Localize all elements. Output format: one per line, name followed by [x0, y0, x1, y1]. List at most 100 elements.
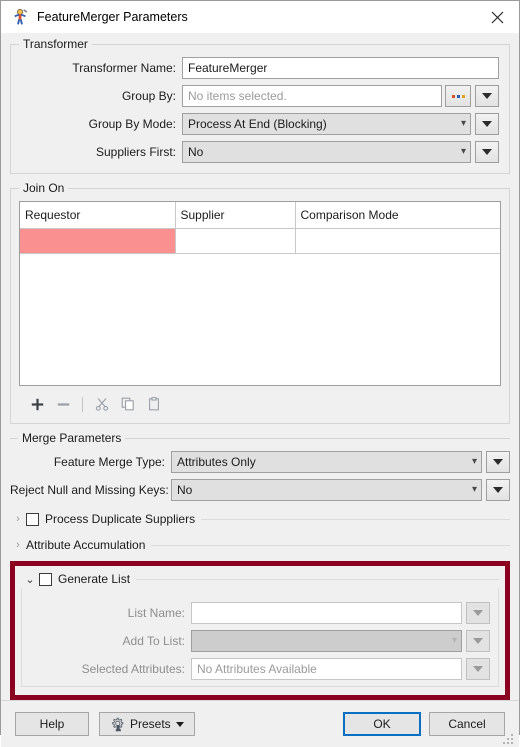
resize-grip[interactable]	[503, 732, 515, 744]
chevron-down-icon: ▾	[471, 484, 477, 495]
section-divider	[151, 544, 510, 546]
process-duplicate-suppliers-section[interactable]: › Process Duplicate Suppliers	[10, 509, 510, 529]
triangle-down-icon	[482, 149, 492, 155]
list-name-input[interactable]	[191, 602, 462, 624]
suppliers-first-dropdown-button[interactable]	[475, 141, 499, 163]
close-button[interactable]	[475, 1, 519, 33]
transformer-icon	[11, 8, 29, 26]
add-to-list-row: Add To List: ▾	[30, 630, 490, 652]
reject-null-keys-row: Reject Null and Missing Keys: No ▾	[10, 479, 510, 501]
chevron-down-icon: ▾	[460, 118, 466, 129]
add-row-button[interactable]	[24, 393, 50, 415]
feature-merge-type-row: Feature Merge Type: Attributes Only ▾	[10, 451, 510, 473]
join-on-table-wrapper: Requestor Supplier Comparison Mode	[19, 201, 501, 386]
join-on-group-legend: Join On	[19, 181, 69, 196]
triangle-down-icon	[482, 121, 492, 127]
plus-icon	[31, 398, 43, 410]
chevron-right-icon[interactable]: ›	[10, 539, 26, 551]
merge-parameters-group: Merge Parameters Feature Merge Type: Att…	[10, 431, 510, 700]
add-to-list-label: Add To List:	[122, 634, 185, 648]
featuremerger-parameters-dialog: FeatureMerger Parameters Transformer Tra…	[0, 0, 520, 747]
group-by-browse-button[interactable]	[445, 85, 471, 107]
group-by-mode-label: Group By Mode:	[88, 117, 176, 131]
toolbar-separator	[82, 396, 83, 412]
list-name-dropdown-button[interactable]	[466, 602, 490, 624]
paste-button[interactable]	[141, 393, 167, 415]
feature-merge-type-select[interactable]: Attributes Only ▾	[171, 451, 482, 473]
group-by-mode-dropdown-button[interactable]	[475, 113, 499, 135]
chevron-right-icon[interactable]: ›	[10, 513, 26, 525]
caret-down-icon	[175, 721, 184, 727]
group-by-mode-select[interactable]: Process At End (Blocking) ▾	[182, 113, 471, 135]
table-row[interactable]	[20, 228, 500, 254]
list-name-row: List Name:	[30, 602, 490, 624]
feature-merge-type-value: Attributes Only	[177, 455, 256, 469]
copy-button[interactable]	[115, 393, 141, 415]
suppliers-first-value: No	[188, 145, 204, 159]
selected-attributes-input[interactable]: No Attributes Available	[191, 658, 462, 680]
remove-row-button[interactable]	[50, 393, 76, 415]
chevron-down-icon[interactable]: ⌄	[21, 573, 39, 586]
dialog-content: Transformer Transformer Name: FeatureMer…	[1, 33, 519, 700]
group-by-label: Group By:	[121, 89, 176, 103]
join-on-table: Requestor Supplier Comparison Mode	[20, 202, 500, 254]
generate-list-highlight: ⌄ Generate List List Name: Add To List: …	[10, 561, 510, 700]
cancel-button[interactable]: Cancel	[429, 712, 505, 736]
cell-comparison-mode[interactable]	[295, 228, 500, 254]
selected-attributes-dropdown-button[interactable]	[466, 658, 490, 680]
triangle-down-icon	[493, 459, 503, 465]
group-by-input[interactable]: No items selected.	[182, 85, 442, 107]
attribute-accumulation-section[interactable]: › Attribute Accumulation	[10, 535, 510, 555]
transformer-group-legend: Transformer	[19, 37, 92, 52]
triangle-down-icon	[473, 610, 483, 616]
group-by-mode-value: Process At End (Blocking)	[188, 117, 327, 131]
column-header-comparison-mode[interactable]: Comparison Mode	[295, 202, 500, 229]
triangle-down-icon	[473, 638, 483, 644]
merge-parameters-group-legend: Merge Parameters	[18, 431, 126, 446]
chevron-down-icon: ▾	[471, 456, 477, 467]
selected-attributes-label: Selected Attributes:	[81, 662, 185, 676]
presets-label: Presets	[130, 717, 171, 731]
cell-supplier[interactable]	[175, 228, 296, 254]
suppliers-first-label: Suppliers First:	[95, 145, 176, 159]
reject-null-keys-select[interactable]: No ▾	[171, 479, 482, 501]
chevron-down-icon: ▾	[460, 146, 466, 157]
scissors-icon	[95, 398, 109, 411]
clipboard-icon	[149, 397, 159, 411]
cell-requestor[interactable]	[20, 228, 176, 254]
selected-attributes-row: Selected Attributes: No Attributes Avail…	[30, 658, 490, 680]
column-header-requestor[interactable]: Requestor	[20, 202, 176, 229]
list-name-label: List Name:	[127, 606, 185, 620]
window-title: FeatureMerger Parameters	[37, 10, 188, 24]
ok-button[interactable]: OK	[343, 712, 421, 736]
join-on-table-toolbar	[19, 391, 501, 417]
triangle-down-icon	[473, 666, 483, 672]
cut-button[interactable]	[89, 393, 115, 415]
section-divider	[201, 518, 510, 520]
gear-person-icon	[112, 717, 124, 731]
transformer-name-input[interactable]: FeatureMerger	[182, 57, 499, 79]
reject-null-keys-dropdown-button[interactable]	[486, 479, 510, 501]
triangle-down-icon	[493, 487, 503, 493]
generate-list-header[interactable]: ⌄ Generate List	[21, 570, 499, 588]
process-duplicate-suppliers-checkbox[interactable]	[26, 512, 39, 526]
generate-list-checkbox[interactable]	[39, 572, 52, 586]
chevron-down-icon: ▾	[451, 635, 457, 646]
feature-merge-type-dropdown-button[interactable]	[486, 451, 510, 473]
join-on-group: Join On Requestor Supplier Comparison Mo…	[10, 181, 510, 424]
column-header-supplier[interactable]: Supplier	[175, 202, 296, 229]
group-by-dropdown-button[interactable]	[475, 85, 499, 107]
process-duplicate-suppliers-label: Process Duplicate Suppliers	[45, 512, 196, 526]
help-button[interactable]: Help	[15, 712, 89, 736]
add-to-list-select[interactable]: ▾	[191, 630, 462, 652]
group-by-mode-row: Group By Mode: Process At End (Blocking)…	[21, 113, 499, 135]
suppliers-first-select[interactable]: No ▾	[182, 141, 471, 163]
presets-button[interactable]: Presets	[99, 712, 195, 736]
table-header-row: Requestor Supplier Comparison Mode	[20, 202, 500, 229]
add-to-list-dropdown-button[interactable]	[466, 630, 490, 652]
feature-merge-type-label: Feature Merge Type:	[53, 455, 165, 469]
transformer-group: Transformer Transformer Name: FeatureMer…	[10, 37, 510, 174]
minus-icon	[57, 402, 69, 406]
generate-list-body: List Name: Add To List: ▾ Selected Attri…	[21, 588, 499, 687]
attribute-accumulation-label: Attribute Accumulation	[26, 538, 146, 552]
